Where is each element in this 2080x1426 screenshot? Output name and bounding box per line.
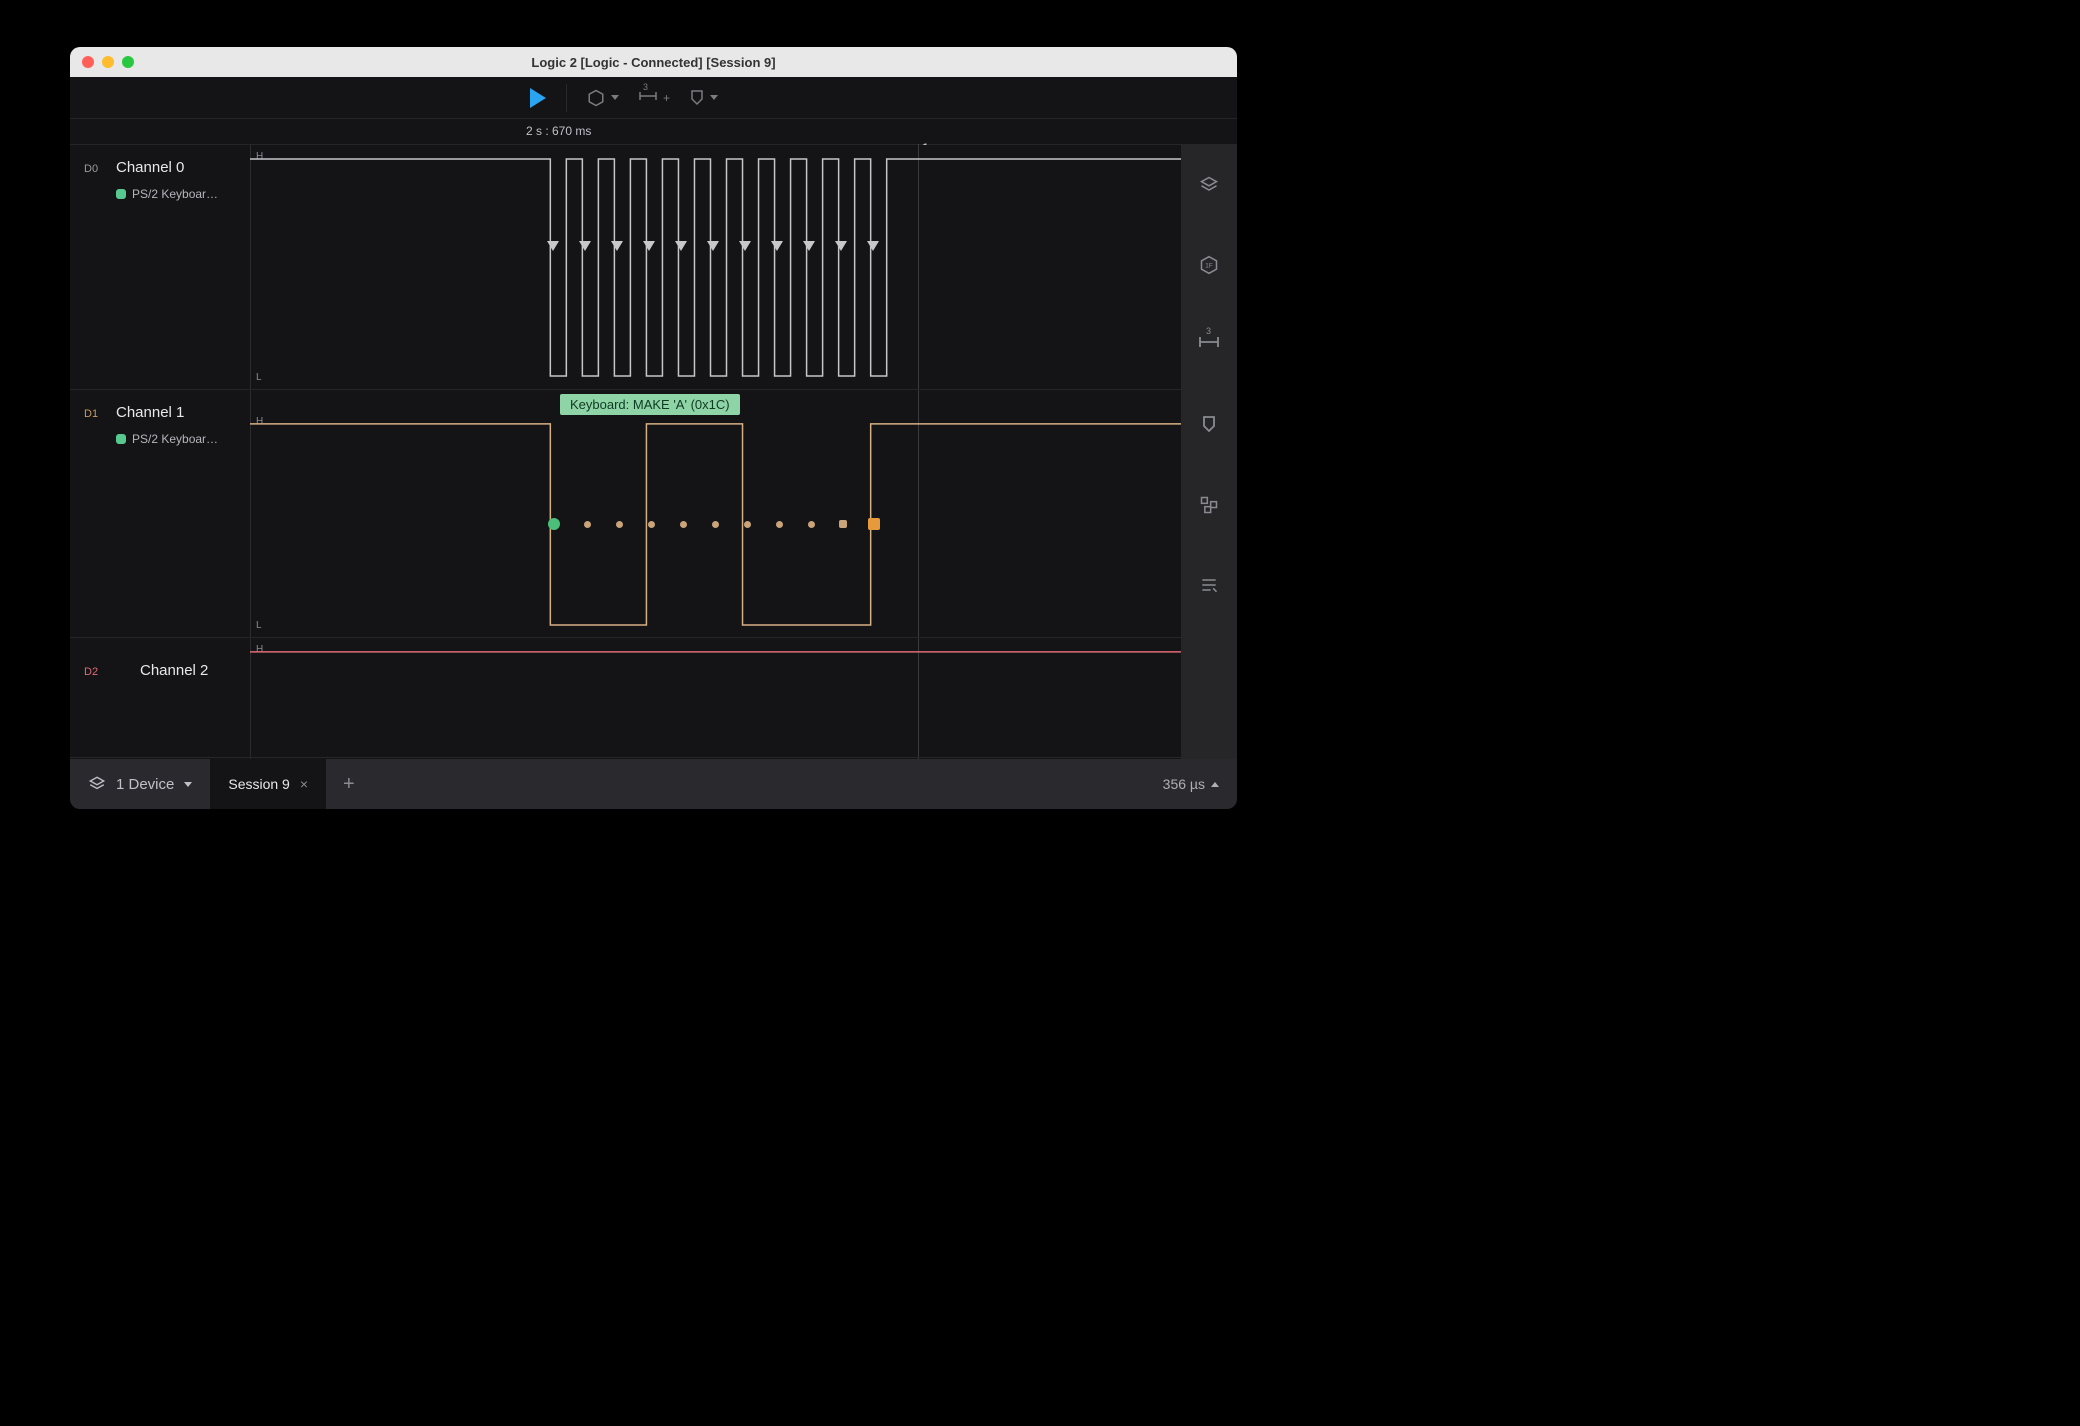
session-tab[interactable]: Session 9 × xyxy=(210,759,327,809)
chevron-down-icon xyxy=(611,95,619,100)
edge-marker-icon xyxy=(867,241,879,251)
radix-tool[interactable] xyxy=(587,89,619,107)
chevron-down-icon xyxy=(710,95,718,100)
layers-icon[interactable] xyxy=(1199,175,1219,195)
edge-marker-icon xyxy=(739,241,751,251)
start-bit-icon xyxy=(548,518,560,530)
main-area: D0 Channel 0 PS/2 Keyboar… H L xyxy=(70,145,1237,759)
edge-marker-icon xyxy=(675,241,687,251)
data-bit-icon xyxy=(616,521,623,528)
waveform-channel-2[interactable]: H xyxy=(250,638,1181,757)
analyzer-color-icon xyxy=(116,434,126,444)
hex-icon xyxy=(587,89,605,107)
hex-icon: 1F xyxy=(1199,255,1219,275)
play-button[interactable] xyxy=(530,88,546,108)
modules-icon[interactable] xyxy=(1199,495,1219,515)
digital-wave xyxy=(250,145,1181,389)
tracks-panel[interactable]: D0 Channel 0 PS/2 Keyboar… H L xyxy=(70,145,1181,759)
track-channel-2[interactable]: D2 Channel 2 H xyxy=(70,638,1181,758)
svg-text:1F: 1F xyxy=(1205,263,1213,270)
app-window: Logic 2 [Logic - Connected] [Session 9] … xyxy=(70,47,1237,809)
titlebar: Logic 2 [Logic - Connected] [Session 9] xyxy=(70,47,1237,77)
side-panel-strip: 1F 3 xyxy=(1181,145,1237,759)
timeline-ruler[interactable]: 2 s : 670 ms +1 ms xyxy=(70,119,1237,145)
notes-icon[interactable] xyxy=(1199,575,1219,595)
measure-tool[interactable]: 3 + xyxy=(639,90,670,105)
edge-marker-icon xyxy=(707,241,719,251)
data-bit-icon xyxy=(712,521,719,528)
analyzer-label: PS/2 Keyboar… xyxy=(132,432,218,446)
zoom-label: 356 µs xyxy=(1163,776,1205,792)
data-bit-icon xyxy=(808,521,815,528)
edge-marker-icon xyxy=(579,241,591,251)
radix-panel-button[interactable]: 1F xyxy=(1199,255,1219,275)
waveform-channel-1[interactable]: H L Keyboard: MAKE 'A' (0x1C) xyxy=(250,390,1181,637)
edge-marker-icon xyxy=(611,241,623,251)
bottom-bar: 1 Device Session 9 × + 356 µs xyxy=(70,759,1237,809)
analyzer-chip[interactable]: PS/2 Keyboar… xyxy=(116,432,218,446)
marker-icon xyxy=(690,89,704,107)
marker-icon[interactable] xyxy=(1199,415,1219,435)
analyzer-chip[interactable]: PS/2 Keyboar… xyxy=(116,187,218,201)
chevron-up-icon xyxy=(1211,782,1219,787)
tab-label: Session 9 xyxy=(228,776,289,792)
toolbar: 3 + xyxy=(70,77,1237,119)
window-title: Logic 2 [Logic - Connected] [Session 9] xyxy=(70,55,1237,70)
channel-index: D2 xyxy=(84,666,98,678)
digital-wave xyxy=(250,390,1181,637)
chevron-down-icon xyxy=(184,782,192,787)
track-header[interactable]: D2 Channel 2 xyxy=(70,638,250,757)
channel-index: D0 xyxy=(84,163,98,175)
zoom-indicator[interactable]: 356 µs xyxy=(1163,776,1237,792)
data-bit-icon xyxy=(584,521,591,528)
add-tab-button[interactable]: + xyxy=(327,773,371,796)
measure-icon xyxy=(1199,335,1219,349)
data-bit-icon xyxy=(776,521,783,528)
layers-icon xyxy=(88,775,106,793)
edge-marker-icon xyxy=(771,241,783,251)
marker-tool[interactable] xyxy=(690,89,718,107)
device-selector[interactable]: 1 Device xyxy=(70,759,210,809)
toolbar-separator xyxy=(566,84,567,112)
analyzer-color-icon xyxy=(116,189,126,199)
track-header[interactable]: D1 Channel 1 PS/2 Keyboar… xyxy=(70,390,250,637)
data-bit-icon xyxy=(744,521,751,528)
parity-bit-icon xyxy=(839,520,847,528)
digital-wave xyxy=(250,638,1181,757)
edge-marker-icon xyxy=(547,241,559,251)
channel-name: Channel 0 xyxy=(116,159,184,176)
data-bit-icon xyxy=(648,521,655,528)
device-label: 1 Device xyxy=(116,776,174,793)
stop-bit-icon xyxy=(868,518,880,530)
track-header[interactable]: D0 Channel 0 PS/2 Keyboar… xyxy=(70,145,250,389)
track-channel-0[interactable]: D0 Channel 0 PS/2 Keyboar… H L xyxy=(70,145,1181,390)
data-bit-icon xyxy=(680,521,687,528)
channel-index: D1 xyxy=(84,408,98,420)
channel-name: Channel 1 xyxy=(116,404,184,421)
edge-marker-icon xyxy=(835,241,847,251)
channel-name: Channel 2 xyxy=(140,662,208,679)
close-tab-button[interactable]: × xyxy=(300,776,308,792)
time-cursor-label: 2 s : 670 ms xyxy=(526,124,591,138)
track-channel-1[interactable]: D1 Channel 1 PS/2 Keyboar… H L Keyboard:… xyxy=(70,390,1181,638)
measure-panel-button[interactable]: 3 xyxy=(1199,335,1219,355)
edge-marker-icon xyxy=(803,241,815,251)
analyzer-label: PS/2 Keyboar… xyxy=(132,187,218,201)
edge-marker-icon xyxy=(643,241,655,251)
waveform-channel-0[interactable]: H L xyxy=(250,145,1181,389)
